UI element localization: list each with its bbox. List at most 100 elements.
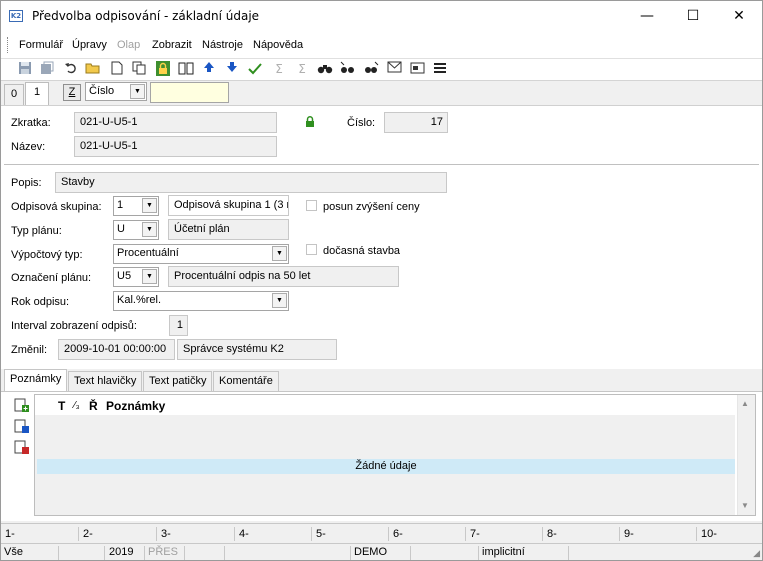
interval-label: Interval zobrazení odpisů:: [11, 320, 137, 332]
status-empty-2: [185, 546, 225, 560]
main-window: K2 Předvolba odpisování - základní údaje…: [0, 0, 763, 561]
tab-poznamky[interactable]: Poznámky: [4, 369, 68, 391]
tab-text-hlavicky[interactable]: Text hlavičky: [68, 371, 143, 391]
print-setup-icon[interactable]: [409, 61, 425, 78]
app-icon: K2: [9, 10, 23, 22]
fkey-7[interactable]: 7-: [466, 527, 543, 541]
undo-icon[interactable]: [63, 61, 79, 78]
fkey-5[interactable]: 5-: [312, 527, 389, 541]
search-field-select[interactable]: Číslo ▼: [85, 82, 147, 101]
open-folder-icon[interactable]: [85, 61, 101, 78]
scroll-up-icon[interactable]: ▲: [741, 399, 749, 408]
grid-header: T ⁄₃ Ř Poznámky: [35, 395, 735, 415]
find-replace-icon[interactable]: [363, 61, 379, 78]
nazev-field[interactable]: 021-U-U5-1: [74, 136, 277, 157]
posun-label: posun zvýšení ceny: [323, 201, 420, 213]
posun-checkbox[interactable]: [306, 200, 317, 211]
save-icon[interactable]: [17, 61, 33, 78]
save-all-icon[interactable]: [39, 61, 55, 78]
status-empty-5: [569, 546, 759, 560]
zkratka-field[interactable]: 021-U-U5-1: [74, 112, 277, 133]
tab-text-paticky[interactable]: Text patičky: [143, 371, 213, 391]
typ-planu-value: U: [117, 223, 125, 235]
sum-icon[interactable]: Σ: [271, 61, 287, 78]
minimize-button[interactable]: —: [624, 1, 670, 31]
col-poznamky[interactable]: Poznámky: [106, 399, 165, 413]
menu-zobrazit[interactable]: Zobrazit: [152, 39, 192, 51]
vypoctovy-typ-select[interactable]: Procentuální ▼: [113, 244, 289, 264]
status-scope: Vše: [1, 546, 59, 560]
col-r[interactable]: Ř: [89, 399, 98, 413]
notes-grid: T ⁄₃ Ř Poznámky Žádné údaje ▲ ▼: [34, 394, 756, 516]
fkey-4[interactable]: 4-: [235, 527, 312, 541]
lock-icon[interactable]: [155, 61, 171, 78]
oznaceni-planu-desc: Procentuální odpis na 50 let: [168, 266, 399, 287]
fkey-8[interactable]: 8-: [543, 527, 620, 541]
fkey-2[interactable]: 2-: [79, 527, 157, 541]
zmenil-label: Změnil:: [11, 344, 48, 356]
sum-filter-icon[interactable]: Σ: [294, 61, 310, 78]
popis-field[interactable]: Stavby: [55, 172, 447, 193]
window-title: Předvolba odpisování - základní údaje: [32, 9, 260, 23]
scroll-down-icon[interactable]: ▼: [741, 501, 749, 510]
menu-napoveda[interactable]: Nápověda: [253, 39, 303, 51]
lock-icon: [306, 116, 314, 127]
fkey-9[interactable]: 9-: [620, 527, 697, 541]
odpisova-skupina-select[interactable]: 1 ▼: [113, 196, 159, 216]
status-company: DEMO: [351, 546, 411, 560]
menu-formular[interactable]: Formulář: [19, 39, 63, 51]
arrow-up-icon[interactable]: [201, 61, 217, 78]
z-button[interactable]: Z: [63, 84, 81, 101]
vertical-scrollbar[interactable]: ▲ ▼: [737, 395, 755, 515]
binoculars-icon[interactable]: [317, 61, 333, 78]
rok-odpisu-select[interactable]: Kal.%rel. ▼: [113, 291, 289, 311]
tab-komentare[interactable]: Komentáře: [213, 371, 279, 391]
odpisova-skupina-value: 1: [117, 199, 124, 211]
odpisova-skupina-desc: Odpisová skupina 1 (3 ro: [168, 195, 289, 216]
copy-icon[interactable]: [131, 61, 147, 78]
oznaceni-planu-select[interactable]: U5 ▼: [113, 267, 159, 287]
delete-note-icon[interactable]: [14, 440, 30, 455]
check-icon[interactable]: [247, 61, 263, 78]
arrow-down-icon[interactable]: [224, 61, 240, 78]
mail-icon[interactable]: [386, 61, 402, 78]
menu-olap[interactable]: Olap: [117, 39, 140, 51]
add-note-icon[interactable]: [14, 398, 30, 413]
col-frac[interactable]: ⁄₃: [74, 400, 80, 411]
chevron-down-icon: ▼: [272, 293, 287, 308]
close-button[interactable]: ✕: [716, 1, 762, 31]
menu-upravy[interactable]: Úpravy: [72, 39, 107, 51]
separator: [4, 164, 759, 165]
interval-field[interactable]: 1: [169, 315, 188, 336]
chevron-down-icon: ▼: [130, 84, 145, 99]
zmenil-datetime: 2009-10-01 00:00:00: [58, 339, 175, 360]
tab-1[interactable]: 1: [25, 82, 49, 105]
fkey-6[interactable]: 6-: [389, 527, 466, 541]
maximize-button[interactable]: ☐: [670, 1, 716, 31]
odpisova-skupina-label: Odpisová skupina:: [11, 201, 102, 213]
chevron-down-icon: ▼: [272, 246, 287, 261]
find-next-icon[interactable]: [339, 61, 355, 78]
status-overwrite: PŘES: [145, 546, 185, 560]
search-input[interactable]: [150, 82, 229, 103]
cislo-field[interactable]: 17: [384, 112, 448, 133]
book-icon[interactable]: [178, 61, 194, 78]
edit-note-icon[interactable]: [14, 419, 30, 434]
tab-0[interactable]: 0: [4, 84, 24, 105]
zkratka-label: Zkratka:: [11, 117, 51, 129]
resize-grip-icon[interactable]: ◢: [753, 549, 760, 559]
grid-body: Žádné údaje: [35, 415, 735, 515]
menu-bar: Formulář Úpravy Olap Zobrazit Nástroje N…: [1, 31, 762, 59]
title-bar: K2 Předvolba odpisování - základní údaje…: [1, 1, 762, 31]
chevron-down-icon: ▼: [142, 222, 157, 237]
menu-nastroje[interactable]: Nástroje: [202, 39, 243, 51]
new-document-icon[interactable]: [109, 61, 125, 78]
fkey-3[interactable]: 3-: [157, 527, 235, 541]
menu-icon[interactable]: [432, 61, 448, 78]
fkey-1[interactable]: 1-: [1, 527, 79, 541]
typ-planu-select[interactable]: U ▼: [113, 220, 159, 240]
typ-planu-desc: Účetní plán: [168, 219, 289, 240]
col-t[interactable]: T: [58, 399, 65, 413]
fkey-10[interactable]: 10-: [697, 527, 762, 541]
docasna-checkbox[interactable]: [306, 244, 317, 255]
